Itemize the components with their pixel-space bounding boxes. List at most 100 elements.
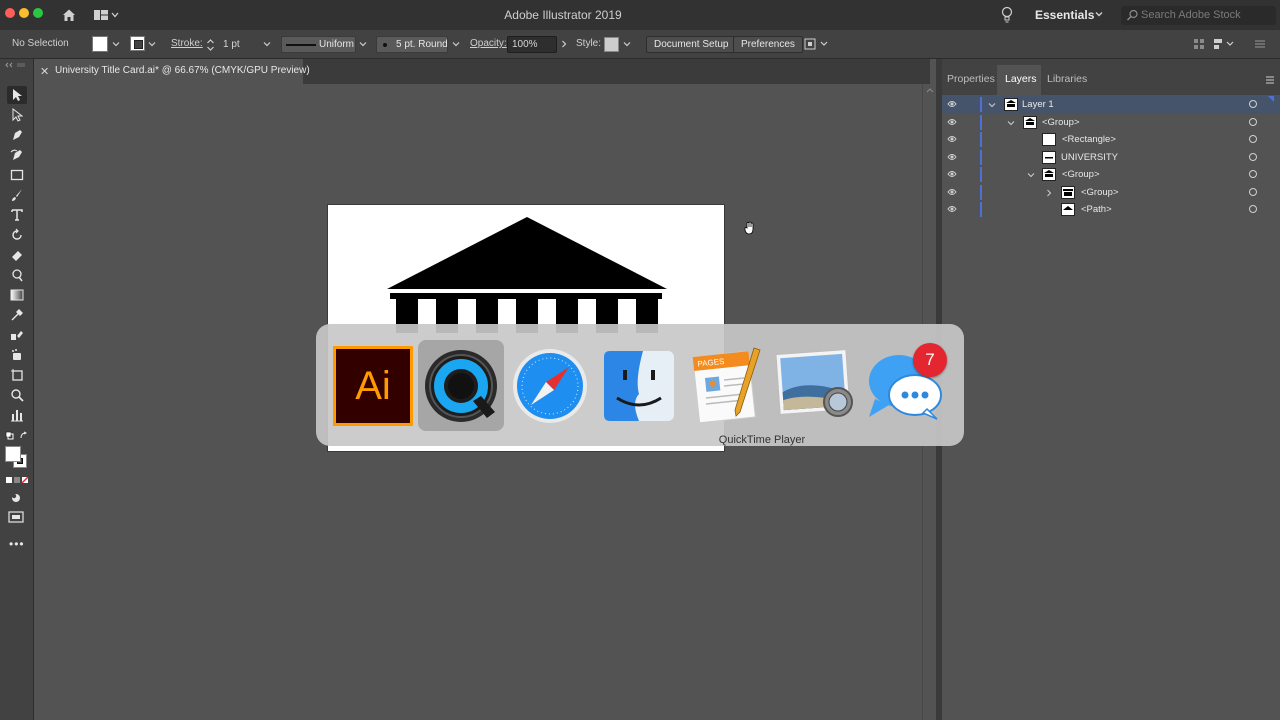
collapse-panel-icon[interactable] <box>5 62 27 68</box>
eye-icon[interactable] <box>947 170 957 178</box>
selected-app-label: QuickTime Player <box>718 434 806 446</box>
chevron-down-icon[interactable] <box>623 40 631 48</box>
style-swatch[interactable] <box>604 37 619 52</box>
draw-mode-icon[interactable] <box>10 492 22 504</box>
type-tool[interactable] <box>7 206 27 224</box>
close-icon[interactable]: ✕ <box>40 65 49 78</box>
selected-art-indicator <box>1268 96 1274 102</box>
target-icon[interactable] <box>1249 205 1257 213</box>
transform-icon[interactable] <box>1213 38 1237 50</box>
app-finder[interactable] <box>596 342 682 430</box>
document-tab[interactable]: ✕ University Title Card.ai* @ 66.67% (CM… <box>35 59 310 84</box>
chevron-down-icon[interactable] <box>452 40 460 48</box>
screen-mode-icon[interactable] <box>8 511 24 523</box>
selection-tool[interactable] <box>7 86 27 104</box>
target-icon[interactable] <box>1249 153 1257 161</box>
tab-libraries[interactable]: Libraries <box>1047 73 1087 85</box>
align-icon[interactable] <box>1193 38 1205 50</box>
direct-selection-tool[interactable] <box>7 106 27 124</box>
eraser-tool[interactable] <box>7 246 27 264</box>
chevron-down-icon[interactable] <box>112 40 120 48</box>
zoom-tool[interactable] <box>7 386 27 404</box>
preview-icon <box>776 350 853 417</box>
stepper-icon[interactable] <box>206 38 215 52</box>
menu-icon[interactable] <box>1254 38 1266 50</box>
layer-row[interactable]: <Group> <box>942 184 1280 202</box>
tab-properties[interactable]: Properties <box>947 73 995 85</box>
layer-row[interactable]: <Group> <box>942 114 1280 132</box>
chevron-down-icon[interactable] <box>263 40 271 48</box>
stroke-profile-select[interactable]: Uniform <box>281 36 356 53</box>
paintbrush-tool[interactable] <box>7 186 27 204</box>
scroll-up-icon[interactable] <box>926 87 934 93</box>
default-colors-icon[interactable] <box>5 431 29 441</box>
bar-chart-icon <box>11 410 23 422</box>
chevron-down-icon[interactable] <box>1027 171 1035 179</box>
eye-icon[interactable] <box>947 188 957 196</box>
eye-icon[interactable] <box>947 205 957 213</box>
preferences-button[interactable]: Preferences <box>733 36 803 53</box>
warp-icon <box>12 269 23 282</box>
layer-row[interactable]: <Rectangle> <box>942 131 1280 149</box>
chevron-down-icon[interactable] <box>988 101 996 109</box>
stroke-label[interactable]: Stroke: <box>171 38 203 49</box>
eye-icon[interactable] <box>947 153 957 161</box>
target-icon[interactable] <box>1249 100 1257 108</box>
eyedropper-tool[interactable] <box>7 306 27 324</box>
panel-menu-icon[interactable] <box>1265 76 1275 84</box>
fill-color-box[interactable] <box>5 446 21 462</box>
app-illustrator[interactable]: Ai <box>330 342 416 430</box>
document-setup-button[interactable]: Document Setup <box>646 36 737 53</box>
layer-color-bar <box>980 150 982 165</box>
gradient-tool[interactable] <box>7 286 27 304</box>
stroke-swatch[interactable] <box>130 36 145 51</box>
stock-search-input[interactable]: Search Adobe Stock <box>1121 6 1276 25</box>
app-switcher: Ai PAGES QuickTime Player <box>316 324 964 446</box>
chevron-down-icon[interactable] <box>1094 9 1104 19</box>
rectangle-tool[interactable] <box>7 166 27 184</box>
warp-tool[interactable] <box>7 266 27 284</box>
app-safari[interactable] <box>507 342 593 430</box>
chevron-down-icon[interactable] <box>148 40 156 48</box>
curvature-tool[interactable] <box>7 146 27 164</box>
layer-row[interactable]: <Path> <box>942 201 1280 219</box>
layer-name: UNIVERSITY <box>1061 152 1119 163</box>
eye-icon[interactable] <box>947 118 957 126</box>
tab-layers[interactable]: Layers <box>1005 73 1037 85</box>
selection-status: No Selection <box>12 38 69 49</box>
fill-swatch[interactable] <box>92 36 108 52</box>
blend-tool[interactable] <box>7 326 27 344</box>
target-icon[interactable] <box>1249 135 1257 143</box>
chevron-right-icon[interactable] <box>560 40 568 48</box>
app-quicktime[interactable] <box>418 340 504 431</box>
brush-select[interactable]: 5 pt. Round <box>376 36 448 53</box>
chevron-down-icon[interactable] <box>1007 119 1015 127</box>
artboard-tool[interactable] <box>7 366 27 384</box>
pen-tool[interactable] <box>7 126 27 144</box>
stroke-profile-label: Uniform <box>319 39 355 50</box>
target-icon[interactable] <box>1249 188 1257 196</box>
layer-row[interactable]: Layer 1 <box>942 96 1280 114</box>
app-preview[interactable] <box>773 342 859 430</box>
more-tools-icon[interactable]: ••• <box>9 537 25 551</box>
opacity-field[interactable]: 100% <box>507 36 557 53</box>
chevron-right-icon[interactable] <box>1045 189 1053 197</box>
symbol-sprayer-tool[interactable] <box>7 346 27 364</box>
eye-icon[interactable] <box>947 135 957 143</box>
temple-roof <box>387 217 667 289</box>
workspace-menu[interactable]: Essentials <box>1035 8 1094 22</box>
control-bar: No Selection Stroke: 1 pt Uniform 5 pt. … <box>0 30 1280 59</box>
layer-row[interactable]: UNIVERSITY <box>942 149 1280 167</box>
arrange-documents-icon[interactable] <box>804 38 828 50</box>
color-mode-icons[interactable] <box>5 475 29 485</box>
column-graph-tool[interactable] <box>7 406 27 424</box>
app-pages[interactable]: PAGES <box>684 342 770 430</box>
layer-row[interactable]: <Group> <box>942 166 1280 184</box>
rotate-tool[interactable] <box>7 226 27 244</box>
chevron-down-icon[interactable] <box>359 40 367 48</box>
lightbulb-icon[interactable] <box>1000 6 1014 24</box>
eye-icon[interactable] <box>947 100 957 108</box>
target-icon[interactable] <box>1249 170 1257 178</box>
target-icon[interactable] <box>1249 118 1257 126</box>
opacity-label[interactable]: Opacity: <box>470 38 507 49</box>
